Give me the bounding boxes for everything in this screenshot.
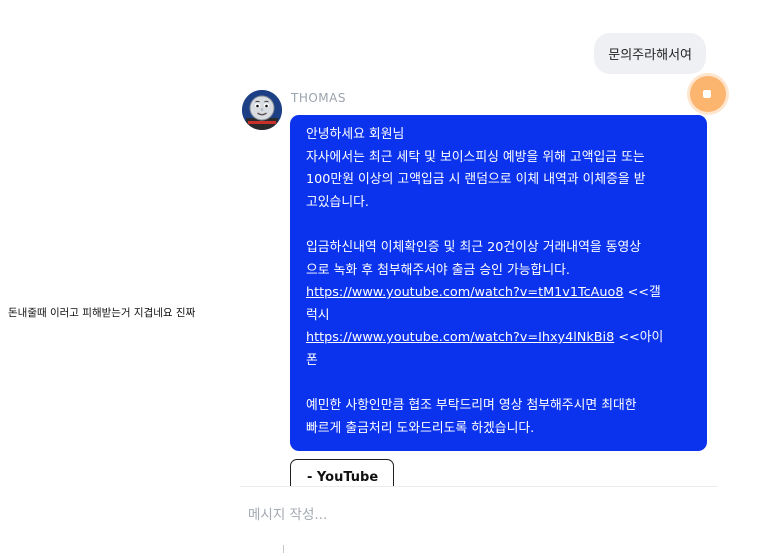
message-line: 100만원 이상의 고액입금 시 랜덤으로 이체 내역과 이체증을 받 [306,172,646,188]
agent-message-bubble: 안녕하세요 회원님 자사에서는 최근 세탁 및 보이스피싱 예방을 위해 고액입… [290,115,707,451]
galaxy-video-link[interactable]: https://www.youtube.com/watch?v=tM1v1TcA… [306,285,624,300]
message-line: 폰 [306,352,318,368]
thomas-tank-engine-avatar [242,90,282,130]
avatar [242,90,282,130]
message-line: 안녕하세요 회원님 [306,127,405,142]
galaxy-link-line: https://www.youtube.com/watch?v=tM1v1TcA… [306,282,691,305]
message-line: 자사에서는 최근 세탁 및 보이스피싱 예방을 위해 고액입금 또는 [306,149,645,165]
message-line: 고있습니다. [306,194,369,210]
message-line: 입금하신내역 이체확인증 및 최근 20건이상 거래내역을 동영상 [306,239,642,255]
sender-name: THOMAS [291,91,346,105]
user-message-bubble: 문의주라해서여 [594,33,706,74]
message-line: 럭시 [306,307,330,323]
message-input[interactable] [248,503,688,527]
message-composer [240,486,718,556]
chat-icon [703,90,711,98]
message-line: 예민한 사항인만큼 협조 부탁드리며 영상 첨부해주시면 최대한 [306,398,637,414]
user-message-text: 문의주라해서여 [608,48,692,63]
side-caption: 돈내줄때 이러고 피해받는거 지겹네요 진짜 [8,307,196,319]
iphone-video-link[interactable]: https://www.youtube.com/watch?v=Ihxy4lNk… [306,330,614,345]
divider [283,545,284,553]
floating-chat-button[interactable] [690,76,726,112]
message-line: 빠르게 출금처리 도와드리도록 하겠습니다. [306,420,535,436]
iphone-link-line: https://www.youtube.com/watch?v=Ihxy4lNk… [306,327,691,350]
message-line: 으로 녹화 후 첨부해주서야 출금 승인 가능합니다. [306,262,570,278]
chat-screen: 돈내줄때 이러고 피해받는거 지겹네요 진짜 문의주라해서여 THOMAS 안녕… [0,0,758,556]
iphone-link-suffix: <<아이 [614,330,664,346]
galaxy-link-suffix: <<갤 [623,285,661,301]
link-preview-title: - YouTube [307,470,379,485]
